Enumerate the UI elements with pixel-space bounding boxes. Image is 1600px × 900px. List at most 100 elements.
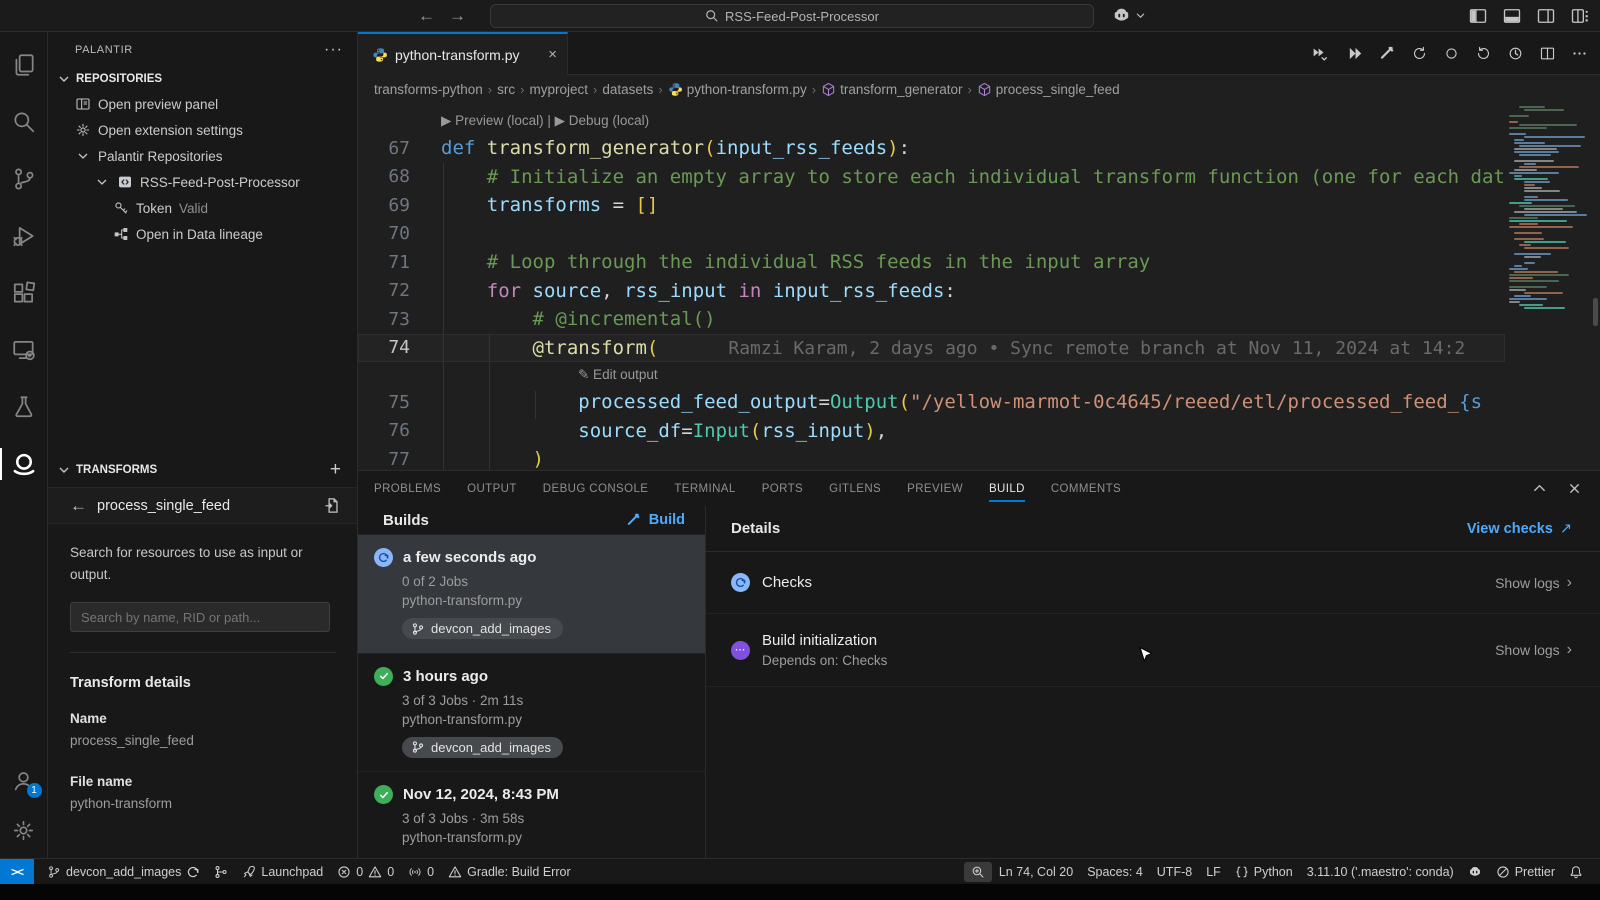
breadcrumb-python-transform-py[interactable]: python-transform.py xyxy=(668,82,807,97)
go-to-file-icon[interactable] xyxy=(324,497,341,514)
build-list-item[interactable]: Nov 12, 2024, 8:43 PM 3 of 3 Jobs · 3m 5… xyxy=(358,771,705,859)
statusbar-python-interpreter[interactable]: 3.11.10 ('.maestro': conda) xyxy=(1300,859,1461,885)
build-button[interactable]: Build xyxy=(626,512,685,528)
code-line-68[interactable]: 68 # Initialize an empty array to store … xyxy=(358,163,1505,192)
close-panel-icon[interactable] xyxy=(1567,481,1582,496)
code-line-73[interactable]: 73 # @incremental() xyxy=(358,305,1505,334)
close-tab-icon[interactable]: × xyxy=(548,46,557,63)
view-checks-link[interactable]: View checks ↗ xyxy=(1467,521,1572,537)
toggle-panel-icon[interactable] xyxy=(1502,6,1522,26)
activity-run-debug[interactable] xyxy=(0,212,48,260)
statusbar-gitlens-compare[interactable] xyxy=(207,859,235,885)
code-line-67[interactable]: 67def transform_generator(input_rss_feed… xyxy=(358,134,1505,163)
breadcrumb-transform-generator[interactable]: transform_generator xyxy=(821,82,962,97)
activity-remote-explorer[interactable] xyxy=(0,326,48,374)
statusbar-language-mode[interactable]: Python xyxy=(1228,859,1300,885)
command-center-search[interactable]: RSS-Feed-Post-Processor xyxy=(490,4,1094,28)
activity-settings[interactable] xyxy=(0,806,48,854)
ellipsis-icon[interactable] xyxy=(1571,45,1588,62)
statusbar-prettier-status[interactable]: Prettier xyxy=(1489,859,1562,885)
panel-tab-output[interactable]: OUTPUT xyxy=(467,471,517,506)
code-line-69[interactable]: 69 transforms = [] xyxy=(358,191,1505,220)
panel-tab-debug-console[interactable]: DEBUG CONSOLE xyxy=(543,471,649,506)
resource-search-input[interactable] xyxy=(70,602,330,632)
panel-tab-preview[interactable]: PREVIEW xyxy=(907,471,963,506)
activity-extensions[interactable] xyxy=(0,269,48,317)
statusbar-cursor-position[interactable]: Ln 74, Col 20 xyxy=(992,859,1080,885)
run-icon[interactable] xyxy=(1347,45,1364,62)
show-logs-link[interactable]: Show logs› xyxy=(1495,641,1572,659)
panel-tab-gitlens[interactable]: GITLENS xyxy=(829,471,881,506)
minimap[interactable] xyxy=(1505,103,1589,470)
add-transform-icon[interactable]: + xyxy=(330,459,341,481)
statusbar-zoom-indicator[interactable] xyxy=(964,862,992,882)
nav-back-icon[interactable]: ← xyxy=(418,6,435,26)
back-icon[interactable]: ← xyxy=(70,496,87,516)
detail-row-checks[interactable]: Checks Show logs› xyxy=(706,552,1600,614)
build-list-item[interactable]: a few seconds ago 0 of 2 Jobspython-tran… xyxy=(358,534,705,653)
codelens-run[interactable]: ▶ Preview (local) | ▶ Debug (local) xyxy=(358,108,1505,134)
run-all-icon[interactable] xyxy=(1308,45,1332,62)
toggle-secondary-sidebar-icon[interactable] xyxy=(1536,6,1556,26)
repositories-section-header[interactable]: REPOSITORIES xyxy=(48,67,357,91)
breadcrumb-process-single-feed[interactable]: process_single_feed xyxy=(977,82,1120,97)
statusbar-problems[interactable]: 00 xyxy=(330,859,401,885)
split-icon[interactable] xyxy=(1539,45,1556,62)
nav-forward-icon[interactable]: → xyxy=(449,6,466,26)
statusbar-git-branch[interactable]: devcon_add_images xyxy=(40,859,207,885)
copilot-menu[interactable] xyxy=(1112,6,1146,25)
breadcrumb-transforms-python[interactable]: transforms-python xyxy=(374,82,483,97)
sidebar-item-open-in-data-lineage[interactable]: Open in Data lineage xyxy=(48,221,357,247)
activity-testing[interactable] xyxy=(0,383,48,431)
circle-arrow-left-icon[interactable] xyxy=(1411,45,1428,62)
code-line-76[interactable]: 76 source_df=Input(rss_input), xyxy=(358,417,1505,446)
remote-indicator[interactable]: >< xyxy=(0,859,34,885)
activity-accounts[interactable]: 1 xyxy=(0,756,48,804)
activity-palantir[interactable] xyxy=(0,440,48,488)
statusbar-eol[interactable]: LF xyxy=(1199,859,1228,885)
statusbar-ports[interactable]: 0 xyxy=(401,859,441,885)
code-editor[interactable]: ▶ Preview (local) | ▶ Debug (local)67def… xyxy=(358,103,1600,470)
statusbar-copilot-status[interactable] xyxy=(1461,859,1489,885)
hammer-icon[interactable] xyxy=(1379,45,1396,62)
breadcrumb-src[interactable]: src xyxy=(497,82,515,97)
breadcrumb-datasets[interactable]: datasets xyxy=(602,82,653,97)
code-line-72[interactable]: 72 for source, rss_input in input_rss_fe… xyxy=(358,277,1505,306)
code-line-74[interactable]: 74 @transform(Ramzi Karam, 2 days ago • … xyxy=(358,334,1505,363)
transforms-section-header[interactable]: TRANSFORMS + xyxy=(48,457,357,483)
panel-tab-terminal[interactable]: TERMINAL xyxy=(674,471,735,506)
codelens-edit-output[interactable]: ✎ Edit output xyxy=(358,362,1505,388)
code-line-77[interactable]: 77 ) xyxy=(358,445,1505,470)
statusbar-encoding[interactable]: UTF-8 xyxy=(1150,859,1199,885)
circle-arrow-right-icon[interactable] xyxy=(1475,45,1492,62)
activity-explorer[interactable] xyxy=(0,41,48,89)
activity-source-control[interactable] xyxy=(0,155,48,203)
build-list-item[interactable]: 3 hours ago 3 of 3 Jobs · 2m 11spython-t… xyxy=(358,653,705,772)
branch-pill[interactable]: devcon_add_images xyxy=(402,618,563,639)
statusbar-gradle-status[interactable]: Gradle: Build Error xyxy=(441,859,578,885)
statusbar-launchpad[interactable]: Launchpad xyxy=(235,859,330,885)
sidebar-item-token[interactable]: TokenValid xyxy=(48,195,357,221)
code-line-70[interactable]: 70 xyxy=(358,220,1505,249)
code-line-75[interactable]: 75 processed_feed_output=Output("/yellow… xyxy=(358,388,1505,417)
statusbar-notifications[interactable] xyxy=(1562,859,1590,885)
breadcrumb-myproject[interactable]: myproject xyxy=(529,82,588,97)
sidebar-item-open-preview-panel[interactable]: Open preview panel xyxy=(48,91,357,117)
scrollbar-thumb[interactable] xyxy=(1593,298,1598,326)
maximize-panel-icon[interactable] xyxy=(1532,481,1547,496)
statusbar-indentation[interactable]: Spaces: 4 xyxy=(1080,859,1150,885)
selected-transform-row[interactable]: ← process_single_feed xyxy=(48,487,357,524)
toggle-sidebar-icon[interactable] xyxy=(1468,6,1488,26)
branch-pill[interactable]: devcon_add_images xyxy=(402,737,563,758)
panel-tab-build[interactable]: BUILD xyxy=(989,471,1025,506)
play-circle-icon[interactable] xyxy=(1507,45,1524,62)
circle-icon[interactable] xyxy=(1443,45,1460,62)
sidebar-item-palantir-repositories[interactable]: Palantir Repositories xyxy=(48,143,357,169)
panel-tab-comments[interactable]: COMMENTS xyxy=(1051,471,1121,506)
sidebar-item-rss-feed-post-processor[interactable]: RSS-Feed-Post-Processor xyxy=(48,169,357,195)
customize-layout-icon[interactable] xyxy=(1570,6,1590,26)
sidebar-item-open-extension-settings[interactable]: Open extension settings xyxy=(48,117,357,143)
panel-tab-problems[interactable]: PROBLEMS xyxy=(374,471,441,506)
more-actions-icon[interactable]: ··· xyxy=(324,41,343,59)
panel-tab-ports[interactable]: PORTS xyxy=(762,471,803,506)
